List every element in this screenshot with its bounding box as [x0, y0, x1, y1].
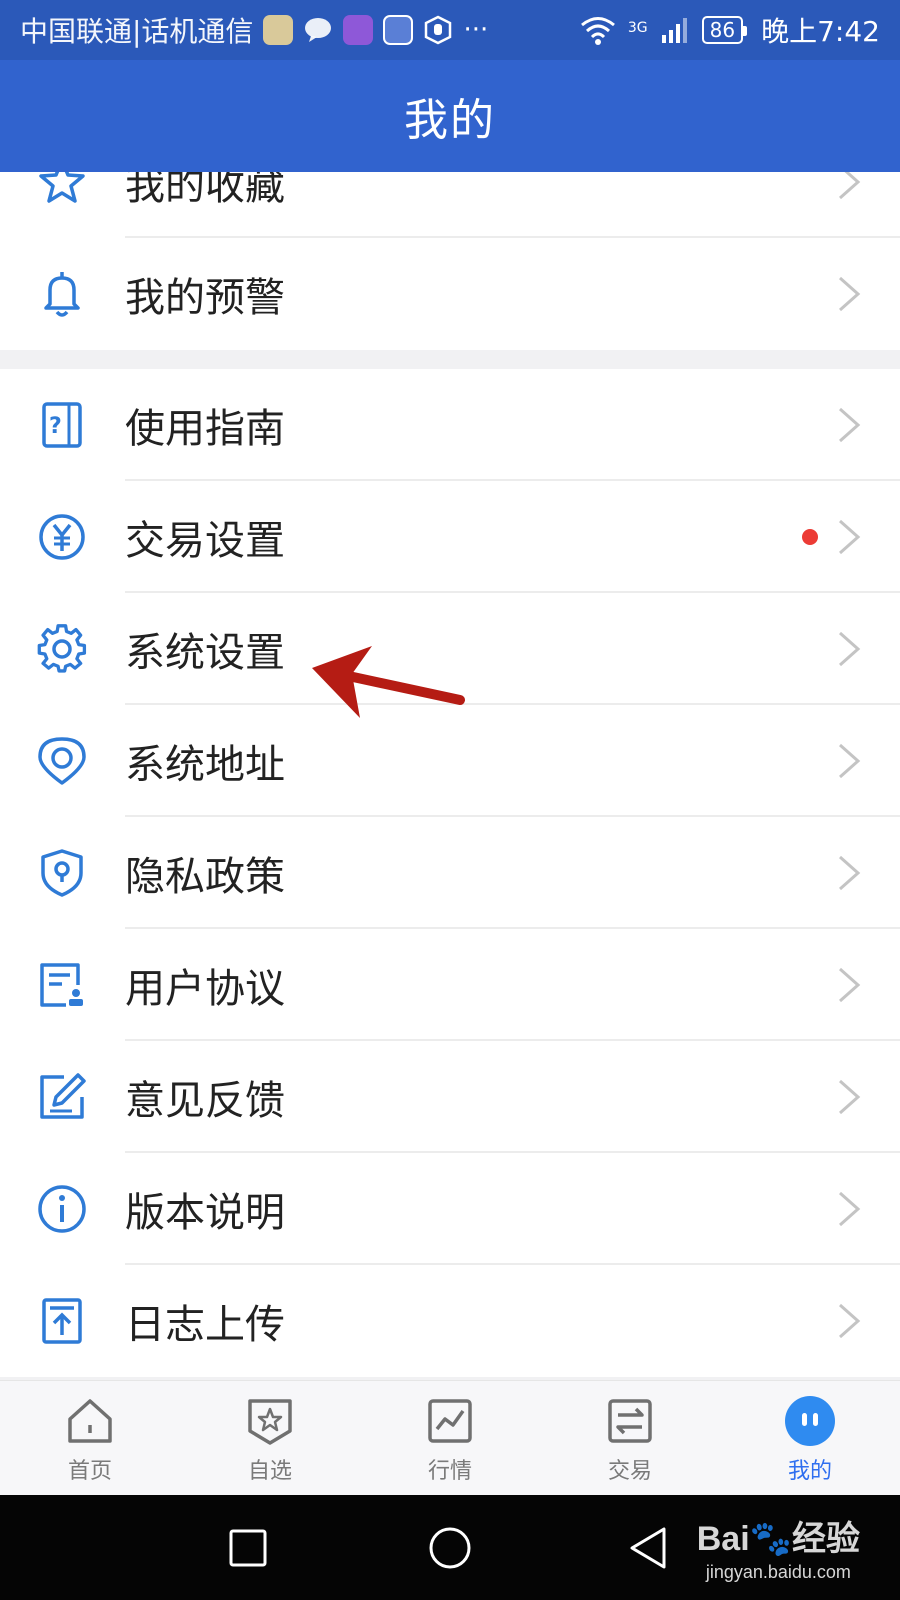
notification-badge: [802, 529, 818, 545]
menu-item-favorites[interactable]: 我的收藏: [0, 172, 900, 238]
menu-item-label: 隐私政策: [125, 854, 285, 900]
menu-item-label: 使用指南: [125, 406, 285, 452]
bell-icon: [44, 272, 80, 317]
bottom-tab-bar: 首页 自选 行情 交易 我的: [0, 1380, 900, 1495]
tab-label: 行情: [427, 1459, 472, 1484]
system-navigation-bar: Bai🐾经验 jingyan.baidu.com: [0, 1495, 900, 1600]
menu-item-label: 交易设置: [125, 518, 285, 564]
menu-item-label: 我的预警: [125, 275, 285, 321]
menu-item-label: 系统设置: [125, 630, 285, 676]
menu-item-label: 系统地址: [125, 742, 285, 788]
tab-market[interactable]: 行情: [360, 1381, 540, 1495]
info-icon: [38, 1185, 86, 1233]
wifi-icon: [580, 17, 615, 45]
tab-label: 交易: [607, 1459, 652, 1484]
notification-icons: ···: [263, 15, 488, 45]
exchange-icon: [608, 1399, 652, 1443]
app-notification-icon: [383, 15, 414, 45]
chevron-right-icon: [839, 1303, 861, 1339]
favorite-icon: [248, 1399, 292, 1445]
menu-item-label: 用户协议: [125, 966, 285, 1012]
home-icon: [68, 1399, 112, 1443]
carrier-name: 中国联通|话机通信: [20, 15, 254, 48]
chevron-right-icon: [839, 1191, 861, 1227]
more-notifications: ···: [463, 15, 489, 45]
tab-label: 首页: [67, 1459, 112, 1484]
tab-mine[interactable]: 我的: [720, 1381, 900, 1495]
guide-icon: ?: [42, 402, 82, 448]
menu-item-label: 版本说明: [125, 1190, 285, 1236]
chevron-right-icon: [839, 1079, 861, 1115]
tab-watchlist[interactable]: 自选: [180, 1381, 360, 1495]
menu-group-personal: 我的收藏 我的预警: [0, 172, 900, 350]
menu-item-trade-settings[interactable]: 交易设置: [0, 481, 900, 593]
recent-apps-icon[interactable]: [228, 1528, 268, 1568]
app-notification-icon: [263, 15, 294, 45]
edit-icon: [40, 1073, 86, 1119]
status-bar: 中国联通|话机通信 ··· 3G 86 晚上7:42: [0, 0, 900, 60]
home-button-icon[interactable]: [428, 1526, 472, 1570]
chevron-right-icon: [839, 407, 861, 443]
menu-item-label: 我的收藏: [125, 172, 285, 209]
chevron-right-icon: [839, 172, 861, 200]
chevron-right-icon: [839, 631, 861, 667]
menu-group-settings: ? 使用指南 交易设置 系统设置 系统地址 隐私政策 用户协议 意见反馈 版本说…: [0, 369, 900, 1377]
tab-label: 我的: [787, 1459, 832, 1484]
menu-item-feedback[interactable]: 意见反馈: [0, 1041, 900, 1153]
back-icon[interactable]: [628, 1526, 668, 1570]
watermark-main: Bai🐾经验: [696, 1520, 860, 1558]
menu-item-guide[interactable]: ? 使用指南: [0, 369, 900, 481]
signal-icon: [661, 18, 687, 43]
message-icon: [305, 18, 332, 42]
profile-icon: [785, 1396, 835, 1446]
chevron-right-icon: [839, 967, 861, 1003]
chevron-right-icon: [839, 743, 861, 779]
chevron-right-icon: [839, 276, 861, 312]
agreement-icon: [40, 963, 83, 1007]
chevron-right-icon: [839, 519, 861, 555]
annotation-arrow: [312, 646, 465, 718]
menu-item-privacy-policy[interactable]: 隐私政策: [0, 817, 900, 929]
watermark-sub: jingyan.baidu.com: [705, 1562, 851, 1582]
shield-lock-icon: [41, 849, 83, 897]
menu-item-user-agreement[interactable]: 用户协议: [0, 929, 900, 1041]
battery-indicator: 86: [701, 16, 748, 44]
clock: 晚上7:42: [761, 15, 880, 48]
menu-item-label: 意见反馈: [125, 1078, 285, 1124]
location-icon: [38, 737, 86, 785]
menu-item-version-notes[interactable]: 版本说明: [0, 1153, 900, 1265]
network-type: 3G: [627, 20, 648, 36]
star-icon: [39, 172, 85, 203]
menu-item-log-upload[interactable]: 日志上传: [0, 1265, 900, 1377]
hand-icon: [425, 15, 452, 45]
menu-item-system-address[interactable]: 系统地址: [0, 705, 900, 817]
page-header: 我的: [0, 60, 900, 172]
chevron-right-icon: [839, 855, 861, 891]
tab-trade[interactable]: 交易: [540, 1381, 720, 1495]
app-notification-icon: [343, 15, 374, 45]
chart-icon: [428, 1399, 472, 1443]
yen-icon: [39, 514, 85, 560]
tab-home[interactable]: 首页: [0, 1381, 180, 1495]
svg-text:?: ?: [49, 414, 62, 439]
menu-item-alerts[interactable]: 我的预警: [0, 238, 900, 350]
baidu-watermark: Bai🐾经验 jingyan.baidu.com: [697, 1511, 860, 1583]
gear-icon: [37, 624, 87, 673]
tab-label: 自选: [247, 1459, 292, 1484]
menu-list: 我的收藏 我的预警 ? 使用指南 交易设置 系统设置 系统地址 隐私政策 用户协…: [0, 172, 900, 1380]
menu-item-label: 日志上传: [125, 1302, 285, 1348]
page-title: 我的: [404, 95, 496, 146]
upload-icon: [42, 1298, 82, 1344]
